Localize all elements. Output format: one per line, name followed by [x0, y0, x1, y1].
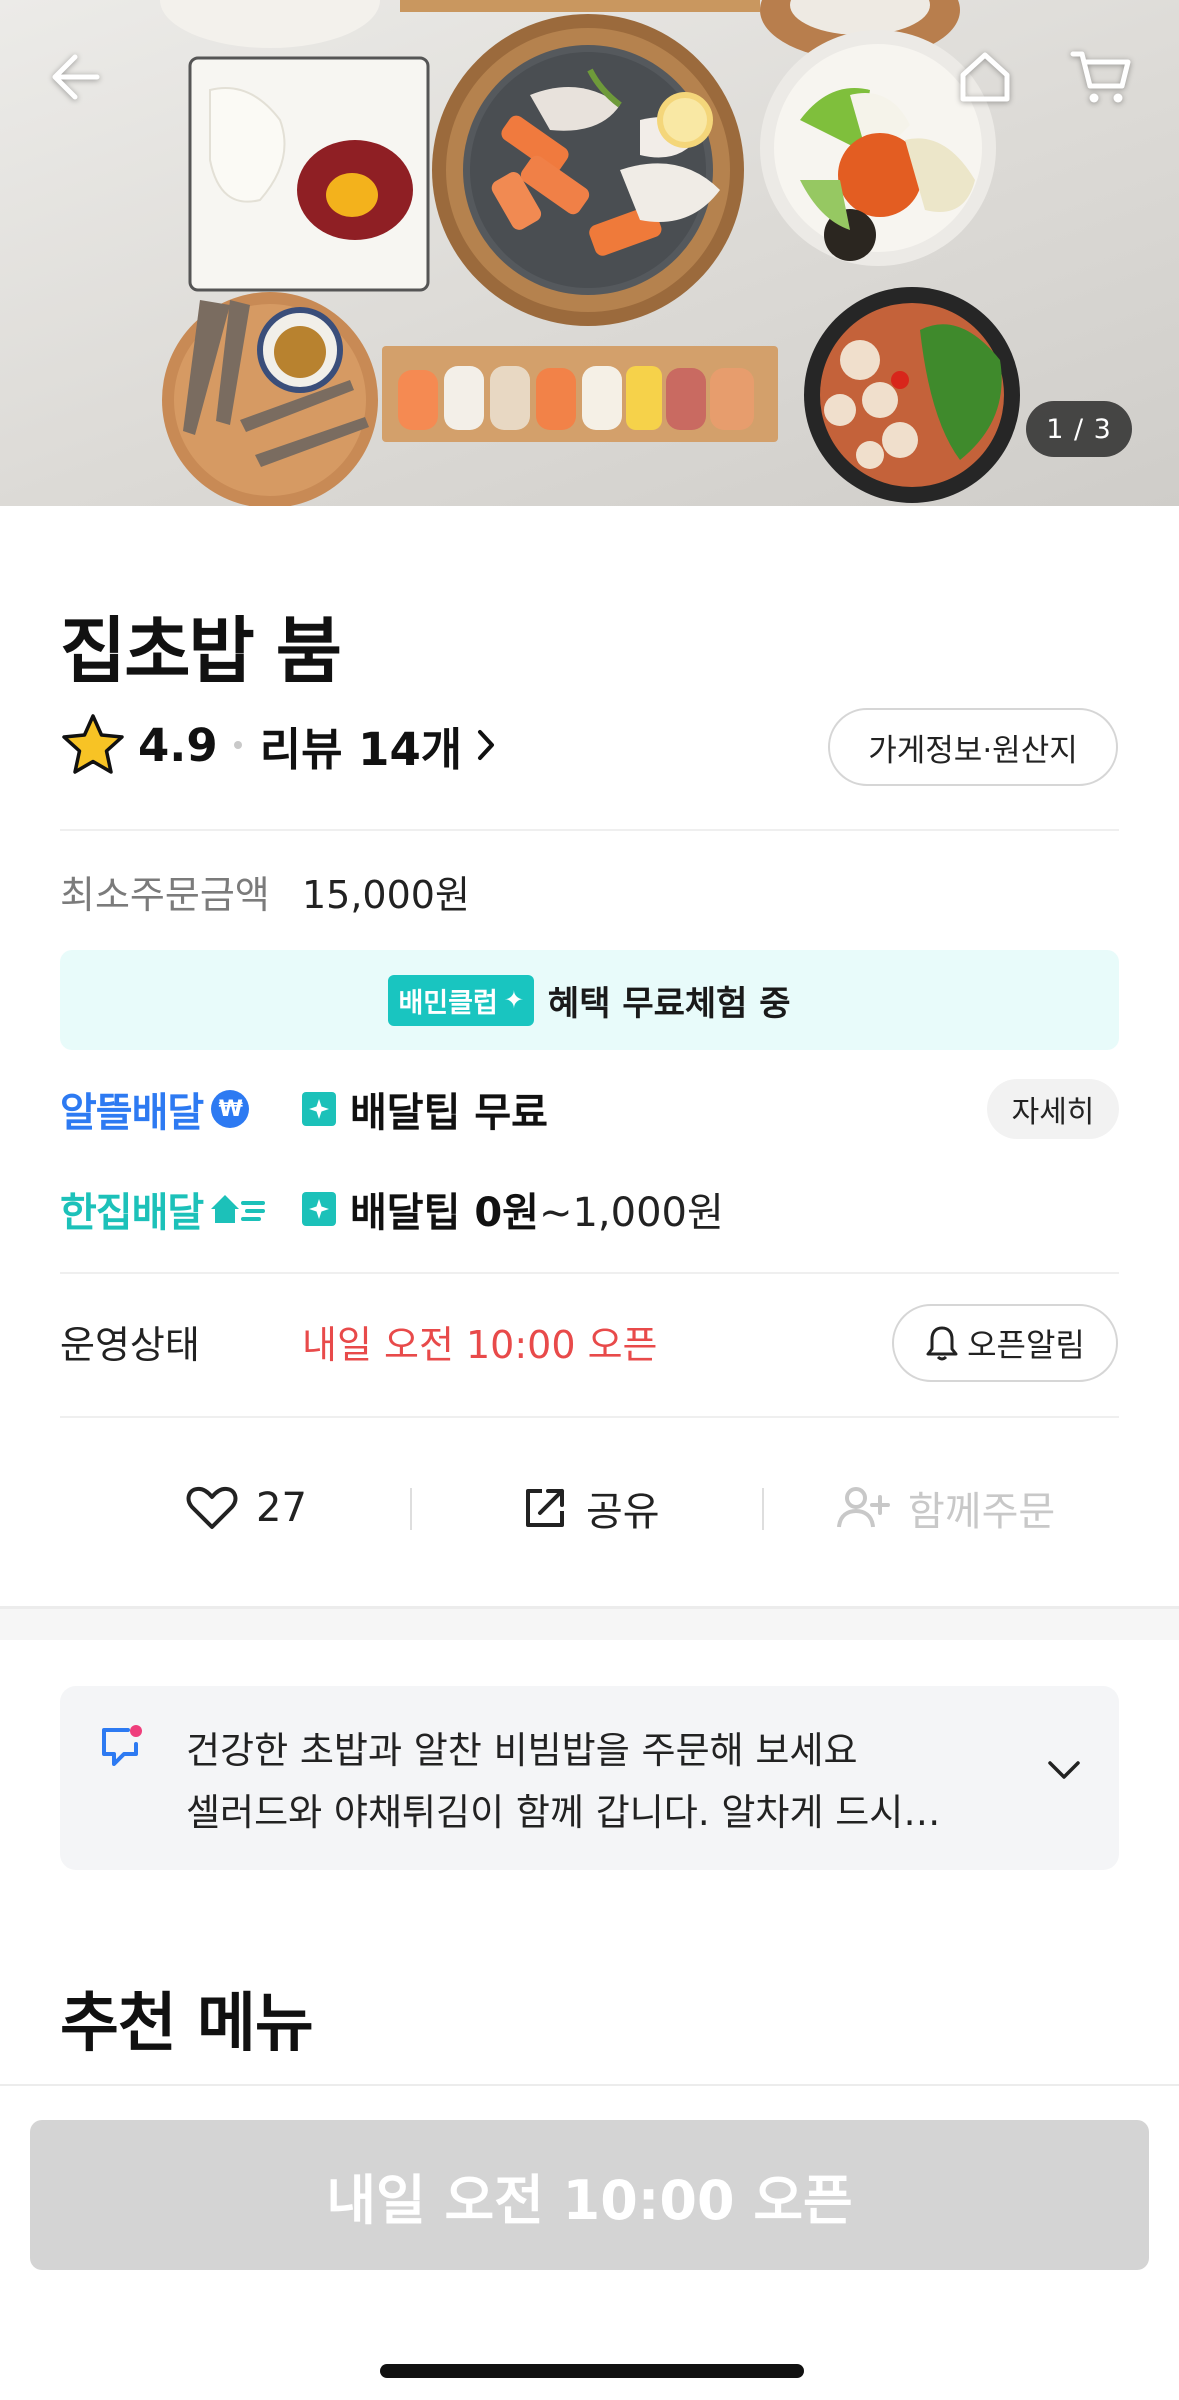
club-mini-icon — [302, 1092, 336, 1126]
announcement-icon — [102, 1725, 142, 1766]
share-icon — [526, 1489, 564, 1527]
delivery-tip-text: 배달팁 0원 — [350, 1190, 539, 1236]
open-alarm-button[interactable]: 오픈알림 — [892, 1304, 1118, 1382]
won-badge-icon: ₩ — [211, 1090, 250, 1128]
notice-line-1: 건강한 초밥과 알찬 비빔밥을 주문해 보세요 — [186, 1729, 858, 1772]
delivery-detail-button[interactable]: 자세히 — [987, 1079, 1119, 1139]
club-badge-label: 배민클럽 — [398, 987, 498, 1019]
group-order-button[interactable]: 함께주문 — [836, 1468, 1055, 1548]
bell-icon — [926, 1326, 958, 1361]
open-alarm-label: 오픈알림 — [967, 1326, 1085, 1364]
hero-image[interactable]: 1 / 3 — [0, 0, 1179, 506]
min-order-value: 15,000원 — [302, 873, 470, 917]
like-count: 27 — [256, 1485, 307, 1531]
delivery-option-single: 한집배달 배달팁 0원 ~1,000원 — [60, 1174, 1119, 1244]
store-name: 집초밥 붐 — [60, 609, 342, 693]
delivery-type-single: 한집배달 — [60, 1180, 302, 1238]
delivery-type-label: 한집배달 — [60, 1190, 204, 1236]
chevron-down-icon — [1048, 1761, 1080, 1779]
separator-dot — [233, 741, 242, 749]
group-order-label: 함께주문 — [908, 1489, 1056, 1535]
home-button[interactable] — [940, 32, 1030, 122]
section-separator — [0, 1606, 1179, 1640]
rating-value: 4.9 — [138, 718, 218, 772]
add-person-icon — [837, 1487, 890, 1528]
delivery-type-label: 알뜰배달 — [60, 1090, 204, 1136]
baemin-club-banner[interactable]: 배민클럽 ✦ 혜택 무료체험 중 — [60, 950, 1119, 1050]
delivery-tip-text: 배달팁 무료 — [350, 1090, 548, 1136]
rating-row: 4.9 리뷰 14개 — [60, 707, 496, 783]
like-button[interactable]: 27 — [186, 1468, 307, 1548]
sparkle-icon: ✦ — [503, 986, 524, 1014]
heart-icon — [186, 1486, 238, 1529]
store-info-button[interactable]: 가게정보·원산지 — [828, 708, 1118, 786]
status-label: 운영상태 — [60, 1323, 200, 1367]
review-link[interactable]: 리뷰 14개 — [260, 713, 497, 778]
min-order-label: 최소주문금액 — [60, 873, 270, 917]
delivery-type-saving: 알뜰배달 ₩ — [60, 1080, 302, 1138]
fast-house-icon — [211, 1195, 266, 1223]
delivery-tip-range: ~1,000원 — [538, 1190, 724, 1236]
back-button[interactable] — [30, 32, 120, 122]
chevron-right-icon — [478, 730, 495, 760]
divider — [60, 829, 1119, 831]
separator — [762, 1488, 764, 1530]
home-indicator — [380, 2364, 804, 2378]
star-icon — [62, 714, 124, 774]
notice-line-2: 셀러드와 야채튀김이 함께 갑니다. 알차게 드시… — [186, 1791, 941, 1834]
separator — [410, 1488, 412, 1530]
cart-icon — [1070, 51, 1131, 103]
club-mini-icon — [302, 1192, 336, 1226]
divider — [60, 1272, 1119, 1274]
delivery-tip: 배달팁 무료 — [302, 1080, 548, 1138]
home-icon — [960, 52, 1010, 102]
image-counter: 1 / 3 — [1026, 401, 1132, 457]
share-label: 공유 — [586, 1489, 660, 1535]
cart-button[interactable] — [1056, 32, 1146, 122]
club-banner-text: 혜택 무료체험 중 — [547, 983, 791, 1024]
baemin-club-badge: 배민클럽 ✦ — [388, 974, 534, 1026]
action-row: 27 공유 함께주문 — [0, 1468, 1179, 1548]
status-value: 내일 오전 10:00 오픈 — [302, 1323, 658, 1367]
divider — [60, 1416, 1119, 1418]
recommended-menu-title: 추천 메뉴 — [60, 1987, 314, 2061]
share-button[interactable]: 공유 — [522, 1468, 660, 1548]
delivery-option-saving: 알뜰배달 ₩ 배달팁 무료 자세히 — [60, 1074, 1119, 1144]
order-cta-button[interactable]: 내일 오전 10:00 오픈 — [30, 2120, 1149, 2270]
bottom-bar: 내일 오전 10:00 오픈 — [0, 2084, 1179, 2400]
store-notice[interactable]: 건강한 초밥과 알찬 비빔밥을 주문해 보세요 셀러드와 야채튀김이 함께 갑니… — [60, 1686, 1119, 1870]
arrow-left-icon — [52, 54, 100, 100]
delivery-tip: 배달팁 0원 ~1,000원 — [302, 1180, 724, 1238]
review-link-label: 리뷰 14개 — [259, 722, 463, 776]
